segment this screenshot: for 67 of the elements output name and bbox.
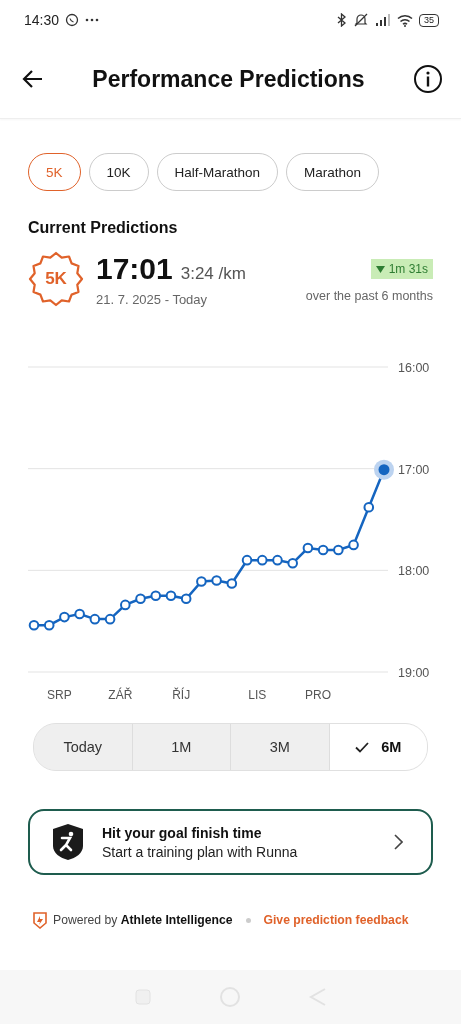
check-icon: [355, 741, 370, 753]
data-point: [272, 554, 283, 566]
shield-logo-icon: [32, 911, 48, 929]
distance-chip[interactable]: 10K: [88, 153, 149, 191]
range-tab[interactable]: 6M: [328, 724, 427, 770]
data-point: [59, 611, 70, 623]
powered-by-text: Powered by Athlete Intelligence: [53, 913, 233, 927]
predicted-time: 17:01: [96, 251, 173, 286]
down-triangle-icon: [375, 265, 385, 273]
back-arrow-icon[interactable]: [22, 69, 44, 89]
shield-runner-icon: [52, 823, 84, 861]
data-point: [302, 542, 314, 554]
distance-chip[interactable]: Marathon: [286, 153, 380, 191]
distance-chip[interactable]: 5K: [28, 153, 81, 191]
x-axis-label: PRO: [305, 688, 332, 702]
y-axis-label: 19:00: [398, 666, 430, 680]
info-icon[interactable]: [413, 64, 443, 94]
data-point: [196, 576, 207, 587]
data-point: [333, 544, 344, 556]
y-axis-label: 16:00: [398, 361, 430, 375]
data-point: [211, 575, 222, 586]
data-point: [104, 613, 116, 625]
bluetooth-icon: [337, 13, 347, 27]
data-point: [348, 539, 359, 551]
muted-bell-icon: [353, 13, 369, 27]
data-point: [135, 593, 146, 605]
data-point: [165, 590, 177, 602]
data-point: [74, 608, 85, 620]
data-point: [28, 619, 40, 631]
data-point: [43, 619, 55, 631]
x-axis-label: ZÁŘ: [108, 688, 133, 702]
badge-icon: [28, 251, 84, 307]
card-title: Hit your goal finish time: [102, 824, 263, 841]
data-point: [287, 557, 298, 569]
page-title: Performance Predictions: [92, 65, 365, 93]
pace-text: 3:24 /km: [180, 263, 246, 284]
change-tag: 1m 31s: [370, 259, 433, 279]
date-range: 21. 7. 2025 - Today: [96, 291, 209, 307]
y-axis-label: 18:00: [398, 564, 430, 579]
card-subtitle: Start a training plan with Runna: [102, 843, 299, 860]
section-title: Current Predictions: [27, 218, 179, 237]
data-point: [120, 599, 131, 611]
training-plan-card[interactable]: Hit your goal finish time Start a training plan with Runna: [28, 809, 433, 875]
data-point: [363, 502, 375, 513]
status-time: 14:30: [24, 12, 60, 28]
distance-chip[interactable]: Half-Marathon: [156, 153, 279, 191]
badge-label: 5K: [44, 269, 68, 289]
data-point: [241, 554, 253, 566]
data-point: [180, 593, 192, 605]
chat-icon: [65, 13, 80, 27]
wifi-icon: [397, 13, 413, 27]
x-axis-label: ŘÍJ: [172, 688, 191, 702]
change-note: over the past 6 months: [305, 289, 433, 303]
data-point: [150, 590, 162, 602]
data-point: [226, 578, 238, 589]
signal-icon: [375, 14, 391, 26]
battery-level: 35: [419, 13, 439, 27]
more-icon: [85, 18, 100, 22]
y-axis-label: 17:00: [398, 462, 430, 477]
x-axis-label: SRP: [47, 688, 72, 702]
selected-point[interactable]: [374, 459, 394, 480]
data-point: [89, 613, 101, 625]
data-point: [317, 544, 329, 556]
feedback-link[interactable]: Give prediction feedback: [263, 913, 409, 927]
data-point: [256, 554, 268, 566]
x-axis-label: LIS: [248, 688, 267, 702]
chevron-right-icon: [393, 834, 403, 850]
